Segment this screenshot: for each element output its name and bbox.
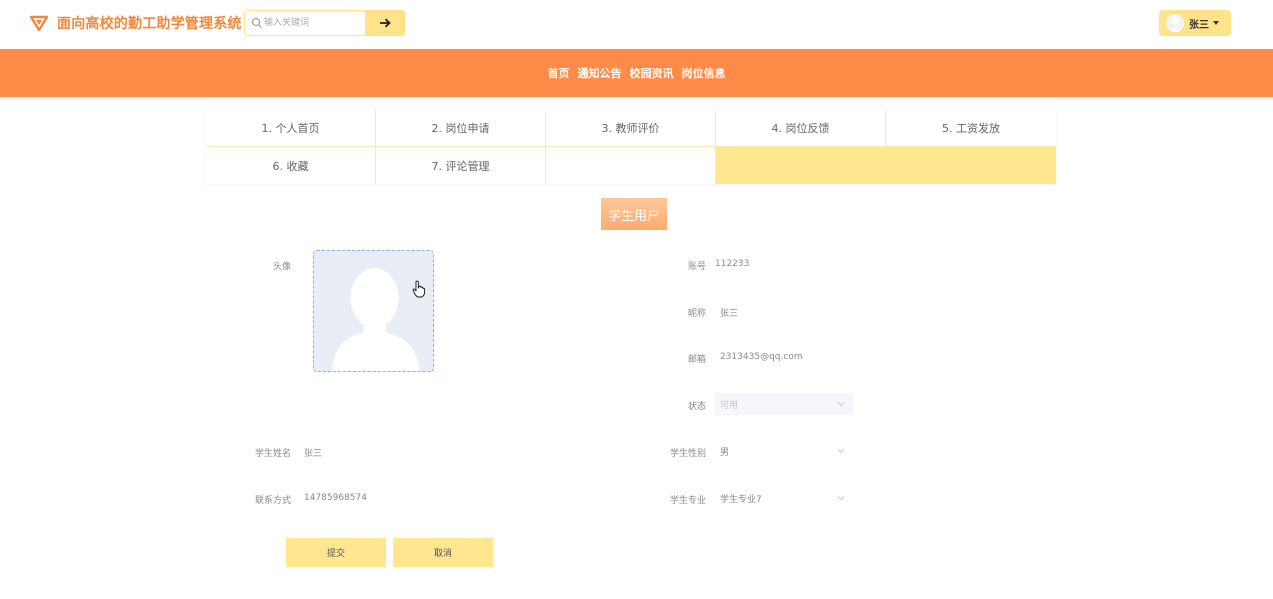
gender-label: 学生性别 <box>669 449 706 459</box>
account-label: 账号 <box>687 262 706 272</box>
gender-select[interactable]: 男 <box>715 440 854 462</box>
center-tab-grid: 1. 个人首页 2. 岗位申请 3. 教师评价 4. 岗位反馈 5. 工资发放 … <box>206 110 1056 184</box>
user-menu-button[interactable]: 张三 <box>1159 10 1231 36</box>
avatar-label: 头像 <box>272 262 291 272</box>
tab-empty <box>546 147 716 184</box>
arrow-right-icon <box>380 18 391 28</box>
main-nav: 首页 通知公告 校园资讯 岗位信息 <box>0 49 1273 97</box>
avatar-placeholder-icon <box>332 268 420 371</box>
chevron-down-icon <box>837 402 845 407</box>
tab-job-feedback[interactable]: 4. 岗位反馈 <box>716 110 886 147</box>
major-value: 学生专业7 <box>720 494 762 505</box>
chevron-down-icon <box>837 449 845 454</box>
tab-favorites[interactable]: 6. 收藏 <box>206 147 376 184</box>
contact-label: 联系方式 <box>254 496 291 506</box>
status-value: 可用 <box>720 400 739 411</box>
email-label: 邮箱 <box>687 355 706 365</box>
nickname-field[interactable]: 张三 <box>720 306 738 319</box>
status-select[interactable]: 可用 <box>715 393 854 415</box>
top-header: 面向高校的勤工助学管理系统 张三 <box>0 0 1273 49</box>
tab-teacher-review[interactable]: 3. 教师评价 <box>546 110 716 147</box>
cancel-button[interactable]: 取消 <box>393 538 493 567</box>
contact-field[interactable]: 14785968574 <box>304 493 367 503</box>
triangle-logo-icon <box>30 15 48 31</box>
tab-salary[interactable]: 5. 工资发放 <box>886 110 1056 147</box>
email-field[interactable]: 2313435@qq.com <box>720 352 803 362</box>
nav-item-jobs[interactable]: 岗位信息 <box>682 65 726 81</box>
search-input[interactable] <box>264 15 359 31</box>
avatar <box>1166 14 1184 32</box>
nav-item-notices[interactable]: 通知公告 <box>578 65 622 81</box>
tab-personal-home[interactable]: 1. 个人首页 <box>206 110 376 147</box>
role-badge: 学生用户 <box>601 198 667 230</box>
user-name: 张三 <box>1189 19 1209 31</box>
chevron-down-icon <box>837 496 845 501</box>
major-label: 学生专业 <box>669 496 706 506</box>
nickname-label: 昵称 <box>687 309 706 319</box>
major-select[interactable]: 学生专业7 <box>715 487 854 509</box>
avatar-upload[interactable] <box>313 250 434 372</box>
hand-pointer-icon <box>412 280 426 298</box>
nav-item-home[interactable]: 首页 <box>548 65 570 81</box>
search-button[interactable] <box>365 10 405 36</box>
gender-value: 男 <box>720 447 730 458</box>
app-title[interactable]: 面向高校的勤工助学管理系统 <box>57 13 242 33</box>
status-label: 状态 <box>687 402 706 412</box>
nav-item-news[interactable]: 校园资讯 <box>630 65 674 81</box>
student-name-field[interactable]: 张三 <box>304 446 322 459</box>
submit-button[interactable]: 提交 <box>286 538 386 567</box>
account-field[interactable]: 112233 <box>715 259 749 269</box>
tab-comment-management[interactable]: 7. 评论管理 <box>376 147 546 184</box>
search-box <box>244 10 365 36</box>
tab-job-application[interactable]: 2. 岗位申请 <box>376 110 546 147</box>
student-name-label: 学生姓名 <box>254 449 291 459</box>
tab-filler <box>716 147 1056 184</box>
search-icon <box>251 17 262 28</box>
chevron-down-icon <box>1213 21 1219 25</box>
